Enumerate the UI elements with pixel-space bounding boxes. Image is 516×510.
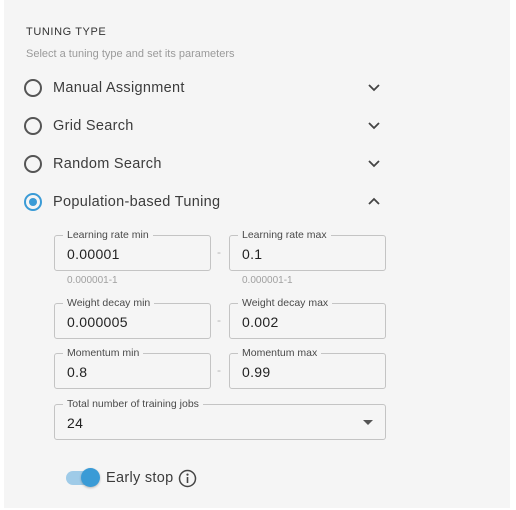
radio-manual-assignment[interactable] <box>24 79 42 97</box>
field-value: 0.99 <box>242 364 271 380</box>
field-label: Momentum max <box>238 347 322 359</box>
radio-random-search[interactable] <box>24 155 42 173</box>
info-icon[interactable] <box>178 469 197 488</box>
option-label: Manual Assignment <box>53 80 185 96</box>
early-stop-toggle[interactable] <box>64 468 100 488</box>
field-value: 24 <box>67 415 84 431</box>
early-stop-label: Early stop <box>106 470 174 486</box>
option-random-search[interactable]: Random Search <box>24 151 384 177</box>
field-value: 0.00001 <box>67 246 120 262</box>
dropdown-arrow-icon[interactable] <box>363 420 373 425</box>
field-value: 0.002 <box>242 314 279 330</box>
field-value: 0.8 <box>67 364 88 380</box>
field-label: Learning rate max <box>238 229 331 241</box>
option-label: Grid Search <box>53 118 134 134</box>
momentum-max-field[interactable]: Momentum max 0.99 <box>229 347 386 389</box>
momentum-min-field[interactable]: Momentum min 0.8 <box>54 347 211 389</box>
section-subtitle: Select a tuning type and set its paramet… <box>26 48 235 60</box>
chevron-down-icon[interactable] <box>368 83 380 93</box>
range-separator: - <box>217 363 221 377</box>
field-label: Learning rate min <box>63 229 153 241</box>
weight-decay-max-field[interactable]: Weight decay max 0.002 <box>229 297 386 339</box>
section-title: TUNING TYPE <box>26 26 107 38</box>
chevron-up-icon[interactable] <box>368 197 380 207</box>
radio-grid-search[interactable] <box>24 117 42 135</box>
radio-population-based-tuning[interactable] <box>24 193 42 211</box>
field-label: Momentum min <box>63 347 144 359</box>
option-label: Population-based Tuning <box>53 194 221 210</box>
field-label: Weight decay max <box>238 297 333 309</box>
option-population-based-tuning[interactable]: Population-based Tuning <box>24 189 384 215</box>
field-label: Weight decay min <box>63 297 155 309</box>
radio-dot <box>29 198 37 206</box>
chevron-down-icon[interactable] <box>368 159 380 169</box>
learning-rate-min-field[interactable]: Learning rate min 0.00001 <box>54 229 211 271</box>
weight-decay-min-field[interactable]: Weight decay min 0.000005 <box>54 297 211 339</box>
learning-rate-max-helper: 0.000001-1 <box>242 275 293 286</box>
chevron-down-icon[interactable] <box>368 121 380 131</box>
toggle-thumb[interactable] <box>81 468 100 487</box>
field-value: 0.000005 <box>67 314 128 330</box>
field-value: 0.1 <box>242 246 263 262</box>
training-jobs-select[interactable]: Total number of training jobs 24 <box>54 398 386 440</box>
learning-rate-min-helper: 0.000001-1 <box>67 275 118 286</box>
range-separator: - <box>217 245 221 259</box>
range-separator: - <box>217 313 221 327</box>
option-label: Random Search <box>53 156 162 172</box>
option-manual-assignment[interactable]: Manual Assignment <box>24 75 384 101</box>
option-grid-search[interactable]: Grid Search <box>24 113 384 139</box>
learning-rate-max-field[interactable]: Learning rate max 0.1 <box>229 229 386 271</box>
field-label: Total number of training jobs <box>63 398 203 410</box>
